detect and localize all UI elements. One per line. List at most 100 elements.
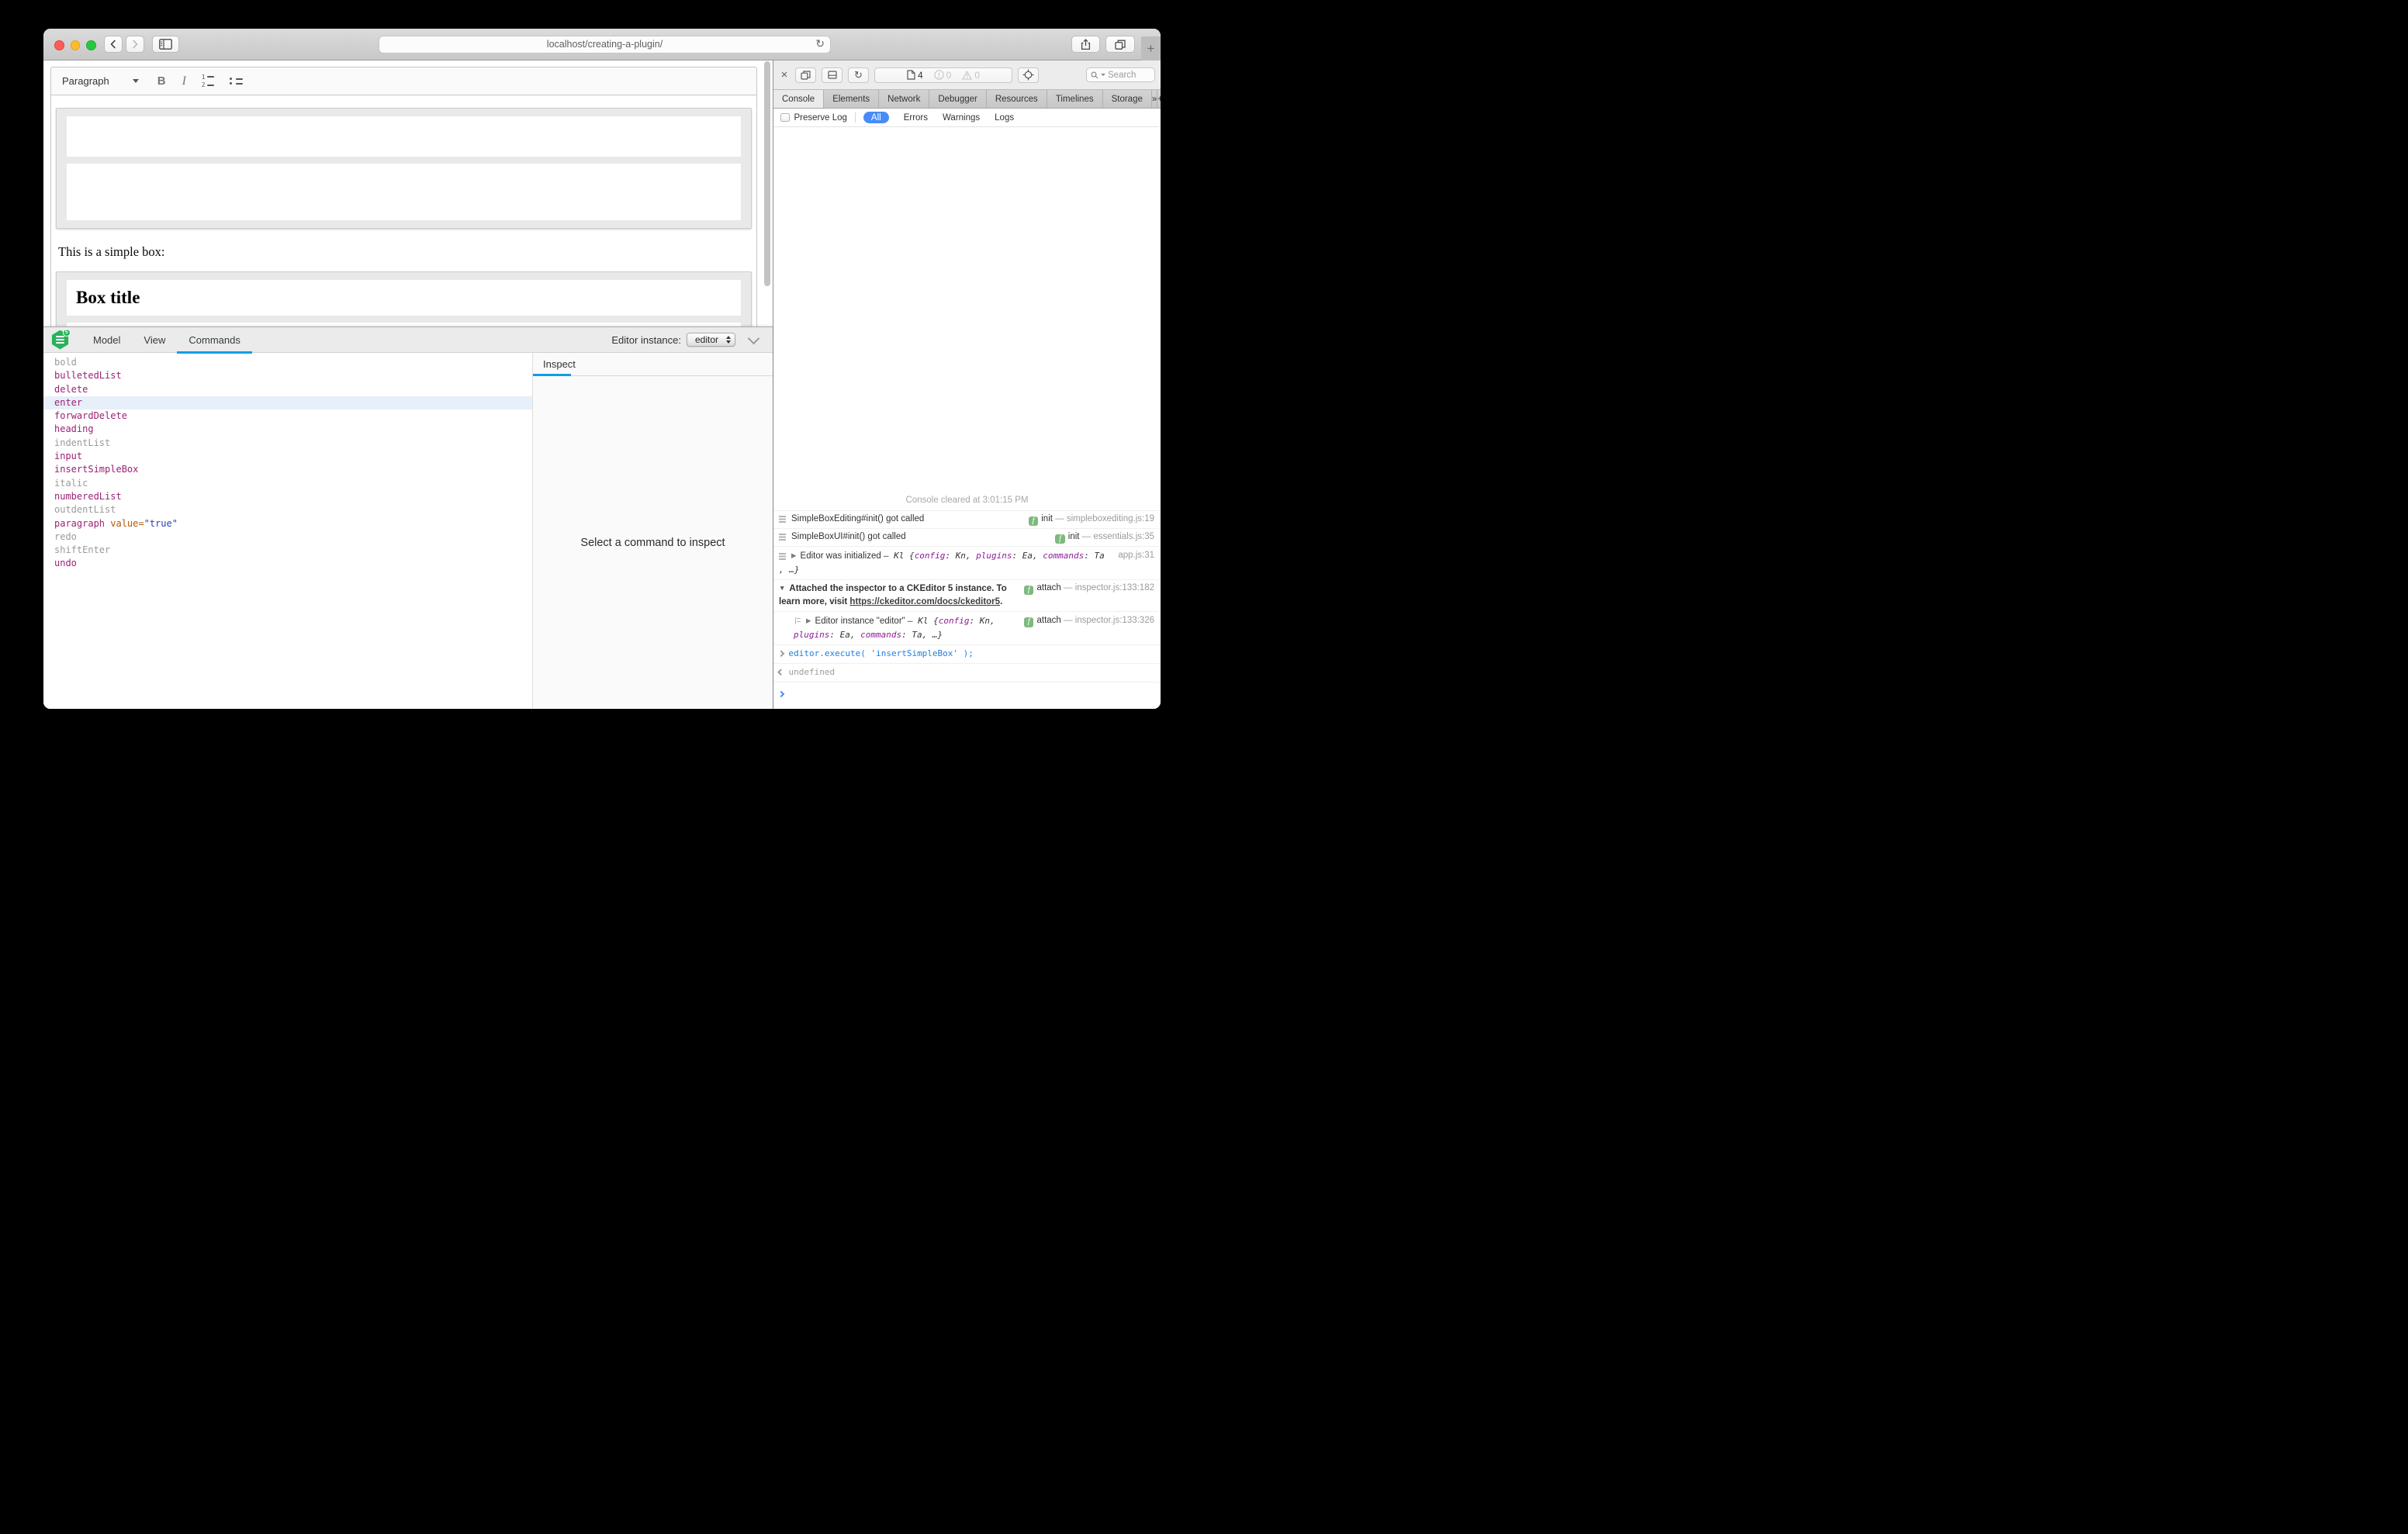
- share-icon: [1081, 39, 1091, 50]
- page-viewport: Paragraph B I 1 2 This is a simple: [43, 60, 773, 709]
- filter-errors[interactable]: Errors: [904, 113, 928, 123]
- simple-box-title-field[interactable]: [67, 116, 741, 157]
- wi-tab-elements[interactable]: Elements: [824, 90, 879, 108]
- command-item[interactable]: forwardDelete: [43, 409, 532, 423]
- console-output: Console cleared at 3:01:15 PM finit — si…: [773, 127, 1161, 709]
- close-inspector-button[interactable]: ×: [779, 68, 790, 81]
- bulleted-list-button[interactable]: [230, 78, 243, 85]
- command-item[interactable]: indentList: [43, 437, 532, 450]
- console-log-row-nested[interactable]: fattach — inspector.js:133:326 ▶Editor i…: [773, 611, 1161, 644]
- wi-tab-network[interactable]: Network: [879, 90, 929, 108]
- log-location[interactable]: finit — simpleboxediting.js:19: [1029, 513, 1154, 526]
- numbered-list-button[interactable]: 1 2: [202, 74, 215, 88]
- disclosure-triangle-icon[interactable]: ▶: [806, 617, 811, 624]
- ck-tab-view[interactable]: View: [132, 327, 177, 353]
- heading-dropdown[interactable]: Paragraph: [62, 75, 109, 87]
- dock-bottom-button[interactable]: [822, 67, 842, 83]
- reload-icon[interactable]: ↻: [815, 37, 825, 50]
- wi-tab-timelines[interactable]: Timelines: [1047, 90, 1103, 108]
- command-item[interactable]: bold: [43, 356, 532, 369]
- new-tab-button[interactable]: +: [1141, 36, 1161, 60]
- minimize-window-button[interactable]: [71, 40, 81, 50]
- resource-summary-button[interactable]: 4 0 0: [874, 67, 1012, 83]
- command-item[interactable]: shiftEnter: [43, 544, 532, 557]
- log-location[interactable]: finit — essentials.js:35: [1055, 530, 1154, 544]
- back-button[interactable]: [104, 36, 123, 53]
- web-inspector: × ↻ 4 0: [773, 60, 1161, 709]
- console-prompt[interactable]: [773, 682, 1161, 709]
- wi-tab-console[interactable]: Console: [773, 90, 824, 108]
- console-log-row[interactable]: finit — essentials.js:35 SimpleBoxUI#ini…: [773, 528, 1161, 546]
- console-result-row[interactable]: undefined: [773, 663, 1161, 682]
- collapse-inspector-button[interactable]: [748, 333, 760, 346]
- close-window-button[interactable]: [54, 40, 64, 50]
- editor-instance-label: Editor instance:: [611, 334, 681, 346]
- command-item[interactable]: italic: [43, 477, 532, 490]
- filter-warnings[interactable]: Warnings: [943, 113, 980, 123]
- command-item[interactable]: heading: [43, 423, 532, 436]
- editor-instance-select[interactable]: editor: [687, 333, 735, 347]
- disclosure-triangle-icon[interactable]: ▶: [791, 551, 797, 559]
- page-scrollbar[interactable]: [764, 61, 770, 286]
- function-badge-icon: f: [1055, 534, 1065, 544]
- command-item[interactable]: enter: [43, 396, 532, 409]
- command-item[interactable]: undo: [43, 557, 532, 570]
- preserve-log-checkbox[interactable]: [780, 113, 790, 123]
- sidebar-toggle-button[interactable]: [152, 36, 179, 53]
- editor-instance-value: editor: [687, 334, 726, 345]
- console-log-row[interactable]: app.js:31 ▶Editor was initialized – Kl {…: [773, 546, 1161, 579]
- sidebar-icon: [159, 39, 172, 50]
- log-icon: [779, 516, 786, 517]
- wi-tab-resources[interactable]: Resources: [987, 90, 1047, 108]
- tab-overview-button[interactable]: [1105, 36, 1135, 53]
- command-item[interactable]: insertSimpleBox: [43, 463, 532, 476]
- zoom-window-button[interactable]: [86, 40, 96, 50]
- box-title-heading[interactable]: Box title: [76, 288, 732, 308]
- share-button[interactable]: [1071, 36, 1100, 53]
- tree-log-icon: [795, 617, 801, 624]
- address-bar[interactable]: localhost/creating-a-plugin/ ↻: [379, 36, 831, 54]
- log-location[interactable]: app.js:31: [1118, 549, 1154, 562]
- simple-box-title-field[interactable]: Box title: [67, 280, 741, 316]
- tab-overflow[interactable]: »: [1152, 90, 1157, 108]
- filter-logs[interactable]: Logs: [995, 113, 1014, 123]
- tab-add[interactable]: +: [1157, 90, 1161, 108]
- command-item[interactable]: paragraph value="true": [43, 517, 532, 530]
- log-location[interactable]: fattach — inspector.js:133:182: [1024, 582, 1154, 595]
- disclosure-triangle-open-icon[interactable]: ▼: [779, 584, 785, 592]
- bold-button[interactable]: B: [157, 74, 166, 88]
- reload-page-button[interactable]: ↻: [848, 67, 869, 83]
- forward-button[interactable]: [126, 36, 144, 53]
- wi-tab-debugger[interactable]: Debugger: [929, 90, 987, 108]
- error-count: 0: [946, 70, 952, 81]
- tab-inspect[interactable]: Inspect: [533, 353, 576, 376]
- console-link[interactable]: https://ckeditor.com/docs/ckeditor5: [849, 597, 1000, 606]
- ck-tab-model[interactable]: Model: [81, 327, 132, 353]
- console-log-row[interactable]: finit — simpleboxediting.js:19 SimpleBox…: [773, 510, 1161, 528]
- dock-side-button[interactable]: [795, 67, 816, 83]
- crosshair-icon: [1022, 69, 1034, 81]
- search-input[interactable]: Search: [1086, 67, 1155, 82]
- log-icon: [779, 534, 786, 535]
- simple-box-widget[interactable]: [56, 108, 752, 229]
- console-input-row[interactable]: editor.execute( 'insertSimpleBox' );: [773, 644, 1161, 663]
- command-item[interactable]: redo: [43, 530, 532, 544]
- editor-content[interactable]: This is a simple box: Box title: [50, 95, 757, 359]
- simple-box-description-field[interactable]: [67, 164, 741, 220]
- log-location[interactable]: fattach — inspector.js:133:326: [1024, 614, 1154, 627]
- command-item[interactable]: outdentList: [43, 503, 532, 517]
- ck-tab-commands[interactable]: Commands: [177, 327, 251, 353]
- paragraph-text[interactable]: This is a simple box:: [51, 244, 756, 260]
- url-text: localhost/creating-a-plugin/: [379, 36, 830, 53]
- preserve-log-label[interactable]: Preserve Log: [794, 113, 847, 123]
- command-item[interactable]: input: [43, 450, 532, 463]
- command-item[interactable]: numberedList: [43, 490, 532, 503]
- italic-button[interactable]: I: [182, 74, 186, 88]
- command-item[interactable]: bulletedList: [43, 369, 532, 382]
- command-item[interactable]: delete: [43, 383, 532, 396]
- wi-tab-storage[interactable]: Storage: [1103, 90, 1152, 108]
- filter-all[interactable]: All: [863, 112, 889, 123]
- web-inspector-tab-bar: ConsoleElementsNetworkDebuggerResourcesT…: [773, 90, 1161, 109]
- element-picker-button[interactable]: [1018, 67, 1039, 83]
- console-log-row[interactable]: fattach — inspector.js:133:182 ▼Attached…: [773, 579, 1161, 612]
